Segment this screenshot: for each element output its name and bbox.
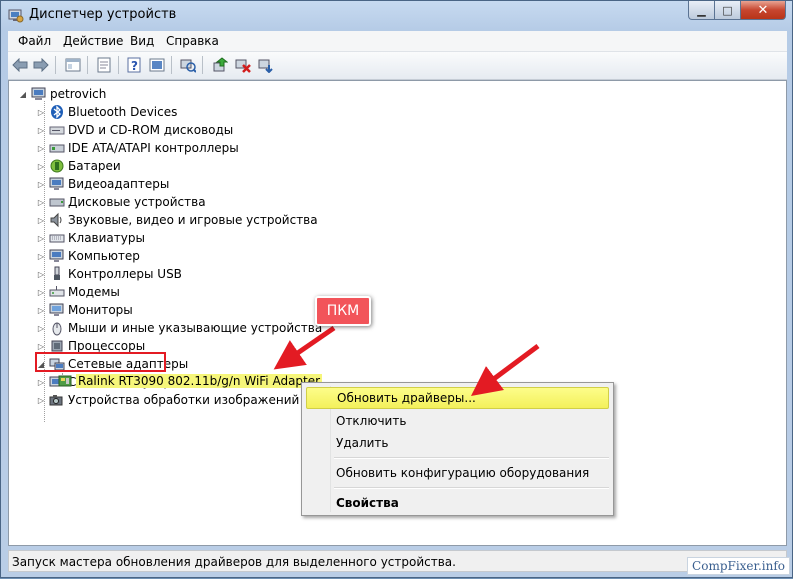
watermark: CompFixer.info [687,557,790,575]
annotation-arrows [273,325,540,396]
callout-text: ПКМ [326,303,360,319]
device-manager-window: Диспетчер устройств ▁ □ ✕ Файл Действие … [0,0,793,578]
arrow-to-network-adapters [273,325,336,370]
arrow-to-update-drivers [470,343,540,396]
rmb-callout: ПКМ [315,296,371,326]
